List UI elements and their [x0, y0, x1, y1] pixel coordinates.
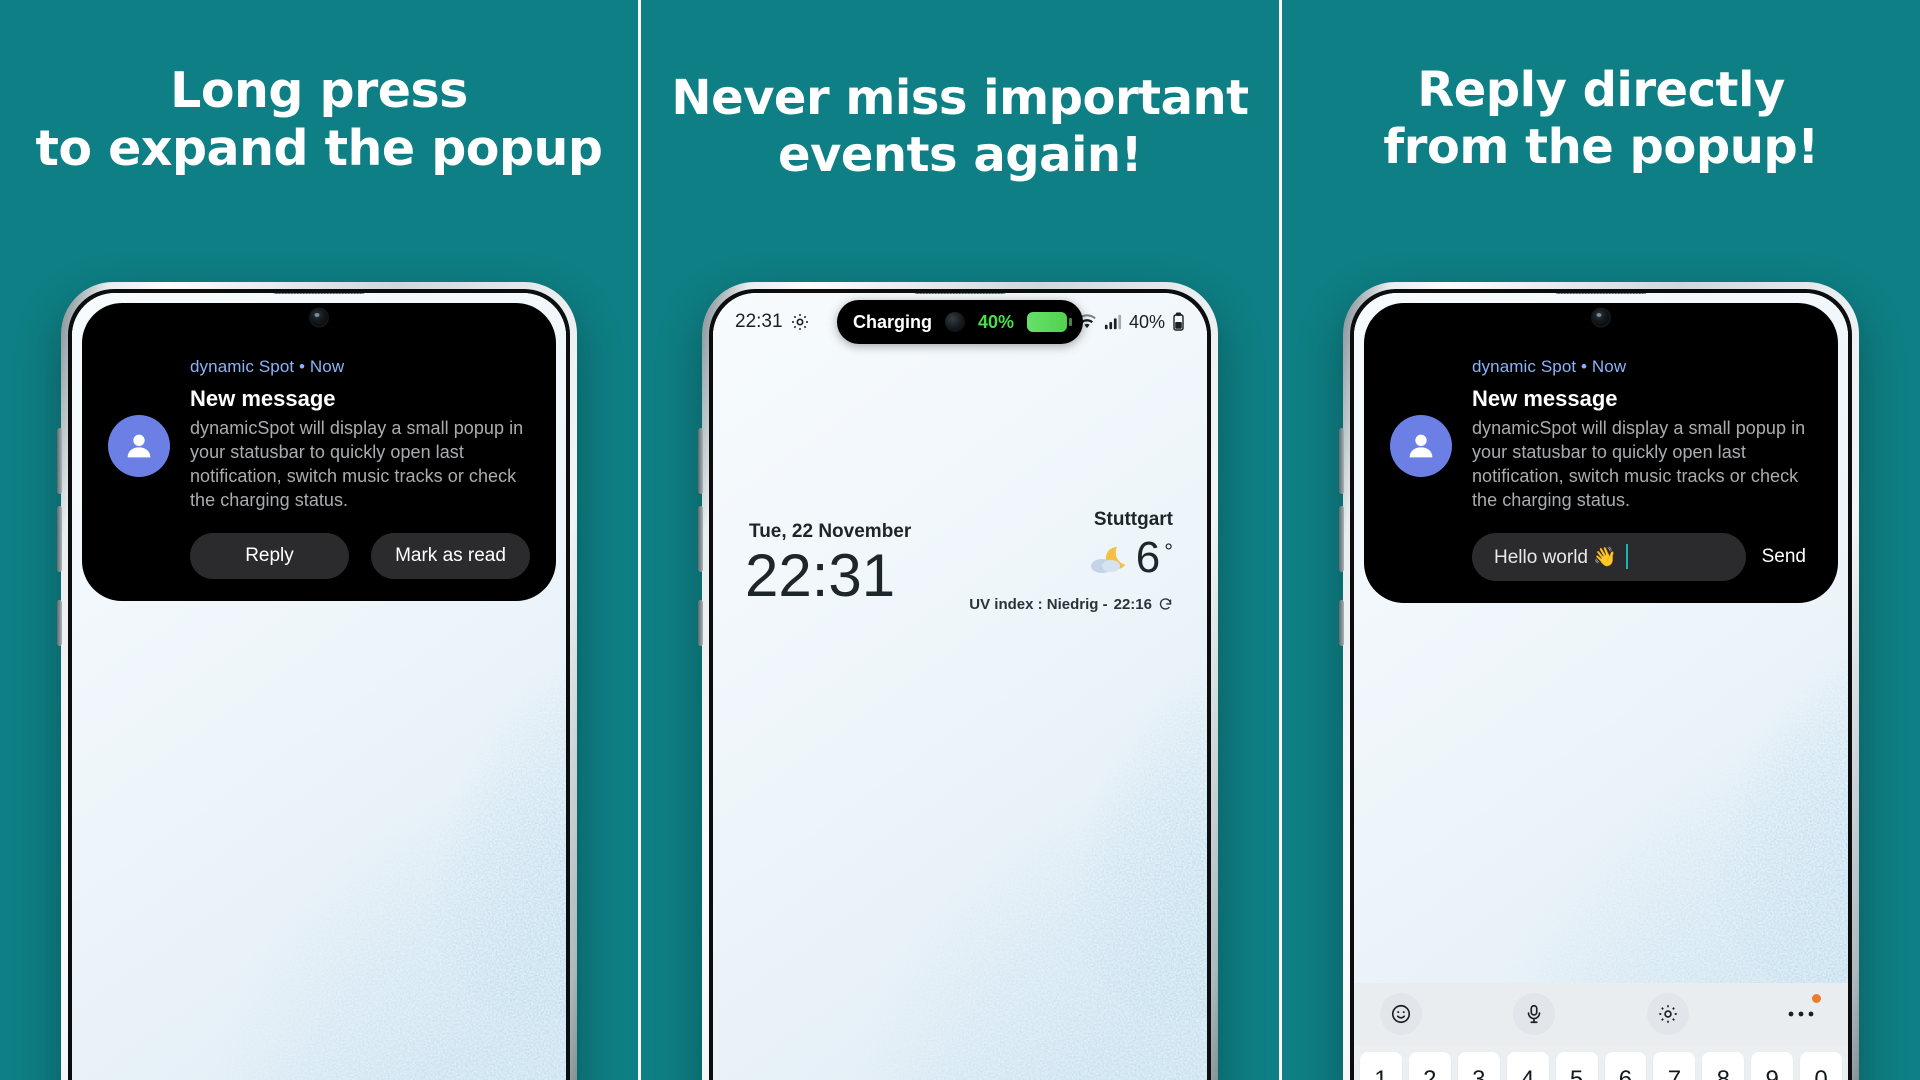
key[interactable]: 6 [1604, 1052, 1647, 1080]
earpiece-speaker [273, 293, 365, 294]
battery-icon [1173, 312, 1184, 331]
weather-reading: 6 ° [1090, 533, 1173, 583]
key[interactable]: 7 [1653, 1052, 1696, 1080]
key[interactable]: 9 [1751, 1052, 1794, 1080]
camera-hole-icon [944, 312, 965, 332]
phone-mockup: dynamic Spot • Now New message dynamicSp… [1339, 282, 1859, 1080]
front-camera-icon [310, 309, 328, 326]
island-battery-percent: 40% [977, 311, 1015, 332]
volume-down-button[interactable] [698, 506, 703, 572]
phone-mockup: dynamic Spot • Now New message dynamicSp… [57, 282, 577, 1080]
weather-temperature: 6 [1135, 533, 1161, 582]
key[interactable]: 8 [1702, 1052, 1745, 1080]
volume-down-button[interactable] [1339, 506, 1344, 572]
battery-percent: 40% [1128, 311, 1165, 332]
notification-source: dynamic Spot • Now [1472, 357, 1812, 377]
island-status-label: Charging [852, 311, 932, 332]
panel-headline: Reply directly from the popup! [1383, 62, 1819, 175]
volume-up-button[interactable] [57, 428, 62, 494]
key[interactable]: 1 [1360, 1052, 1402, 1080]
key[interactable]: 0 [1800, 1052, 1843, 1080]
app-root: Long press to expand the popup dynamic S… [0, 0, 1920, 1080]
phone-bezel: 22:31 40% Charging 40% Tue, 22 November … [709, 289, 1211, 1080]
dynamic-island[interactable]: Charging 40% [836, 300, 1084, 344]
notification-title: New message [190, 386, 336, 411]
weather-city: Stuttgart [1093, 509, 1173, 530]
phone-mockup: 22:31 40% Charging 40% Tue, 22 November … [698, 282, 1218, 1080]
earpiece-speaker [1555, 293, 1647, 294]
wallpaper [713, 293, 1207, 1080]
lockscreen-clock: 22:31 [745, 542, 896, 609]
more-icon[interactable] [1780, 993, 1822, 1035]
panel-reply-directly: Reply directly from the popup! dynamic S… [1279, 0, 1920, 1080]
lockscreen-date: Tue, 22 November [749, 521, 912, 542]
notification-time: Now [1591, 357, 1627, 376]
status-bar-right: 40% [1077, 312, 1185, 333]
phone-screen: dynamic Spot • Now New message dynamicSp… [1354, 293, 1848, 1080]
mark-as-read-button[interactable]: Mark as read [371, 532, 530, 579]
microphone-icon[interactable] [1513, 993, 1556, 1035]
notification-popup[interactable]: dynamic Spot • Now New message dynamicSp… [1364, 303, 1838, 603]
panel-never-miss: Never miss important events again! 22:31… [638, 0, 1279, 1080]
key[interactable]: 3 [1457, 1052, 1500, 1080]
volume-up-button[interactable] [698, 428, 703, 494]
status-bar-left: 22:31 [735, 311, 810, 333]
notification-separator: • [299, 357, 306, 376]
gear-icon[interactable] [1646, 993, 1689, 1035]
refresh-icon [1159, 598, 1172, 610]
on-screen-keyboard: 1 2 3 4 5 6 7 8 9 0 q [1354, 983, 1848, 1080]
power-button[interactable] [1339, 600, 1344, 646]
send-button[interactable]: Send [1762, 546, 1812, 568]
notification-text: dynamicSpot will display a small popup i… [190, 418, 524, 510]
moon-cloud-icon [1090, 546, 1126, 573]
battery-charging-icon [1027, 312, 1073, 332]
power-button[interactable] [698, 600, 703, 646]
key[interactable]: 2 [1408, 1052, 1451, 1080]
volume-down-button[interactable] [57, 506, 62, 572]
volume-up-button[interactable] [1339, 428, 1344, 494]
reply-button[interactable]: Reply [190, 532, 349, 579]
front-camera-icon [1592, 309, 1610, 326]
notification-separator: • [1581, 357, 1588, 376]
notification-actions: Reply Mark as read [190, 532, 530, 579]
notification-body: dynamic Spot • Now New message dynamicSp… [190, 329, 530, 579]
reply-input[interactable]: Hello world 👋 [1472, 532, 1746, 581]
reply-row: Hello world 👋 Send [1472, 532, 1812, 581]
notification-body: dynamic Spot • Now New message dynamicSp… [1472, 329, 1812, 581]
panel-long-press: Long press to expand the popup dynamic S… [0, 0, 638, 1080]
uv-index-time: 22:16 [1113, 596, 1152, 613]
keyboard-row-numbers: 1 2 3 4 5 6 7 8 9 0 [1354, 1045, 1848, 1080]
emoji-icon[interactable] [1380, 993, 1422, 1035]
phone-bezel: dynamic Spot • Now New message dynamicSp… [68, 289, 570, 1080]
panel-headline: Long press to expand the popup [35, 62, 603, 177]
notification-app-name: dynamic Spot [190, 357, 295, 376]
uv-index-label: UV index : Niedrig - [969, 596, 1108, 613]
notification-popup[interactable]: dynamic Spot • Now New message dynamicSp… [82, 303, 556, 601]
person-icon [108, 415, 170, 477]
signal-icon [1104, 314, 1122, 330]
text-caret [1625, 544, 1629, 570]
power-button[interactable] [57, 600, 62, 646]
phone-screen: 22:31 40% Charging 40% Tue, 22 November … [713, 293, 1207, 1080]
notification-text: dynamicSpot will display a small popup i… [1472, 418, 1806, 510]
key[interactable]: 5 [1555, 1052, 1598, 1080]
phone-screen: dynamic Spot • Now New message dynamicSp… [72, 293, 566, 1080]
phone-bezel: dynamic Spot • Now New message dynamicSp… [1350, 289, 1852, 1080]
notification-app-name: dynamic Spot [1472, 357, 1577, 376]
notification-title: New message [1472, 386, 1618, 411]
panel-headline: Never miss important events again! [671, 70, 1249, 183]
weather-degree-symbol: ° [1164, 539, 1173, 564]
person-icon [1390, 415, 1452, 477]
status-time: 22:31 [735, 311, 783, 332]
keyboard-toolbar [1354, 983, 1848, 1045]
notification-source: dynamic Spot • Now [190, 357, 530, 377]
earpiece-speaker [914, 293, 1006, 294]
keyboard-badge-dot [1811, 994, 1821, 1003]
uv-index-widget[interactable]: UV index : Niedrig - 22:16 [969, 596, 1173, 613]
weather-widget[interactable]: Stuttgart 6 ° [1090, 509, 1173, 583]
key[interactable]: 4 [1506, 1052, 1549, 1080]
reply-input-value: Hello world 👋 [1494, 546, 1617, 568]
gear-icon [791, 314, 808, 330]
notification-time: Now [309, 357, 345, 376]
